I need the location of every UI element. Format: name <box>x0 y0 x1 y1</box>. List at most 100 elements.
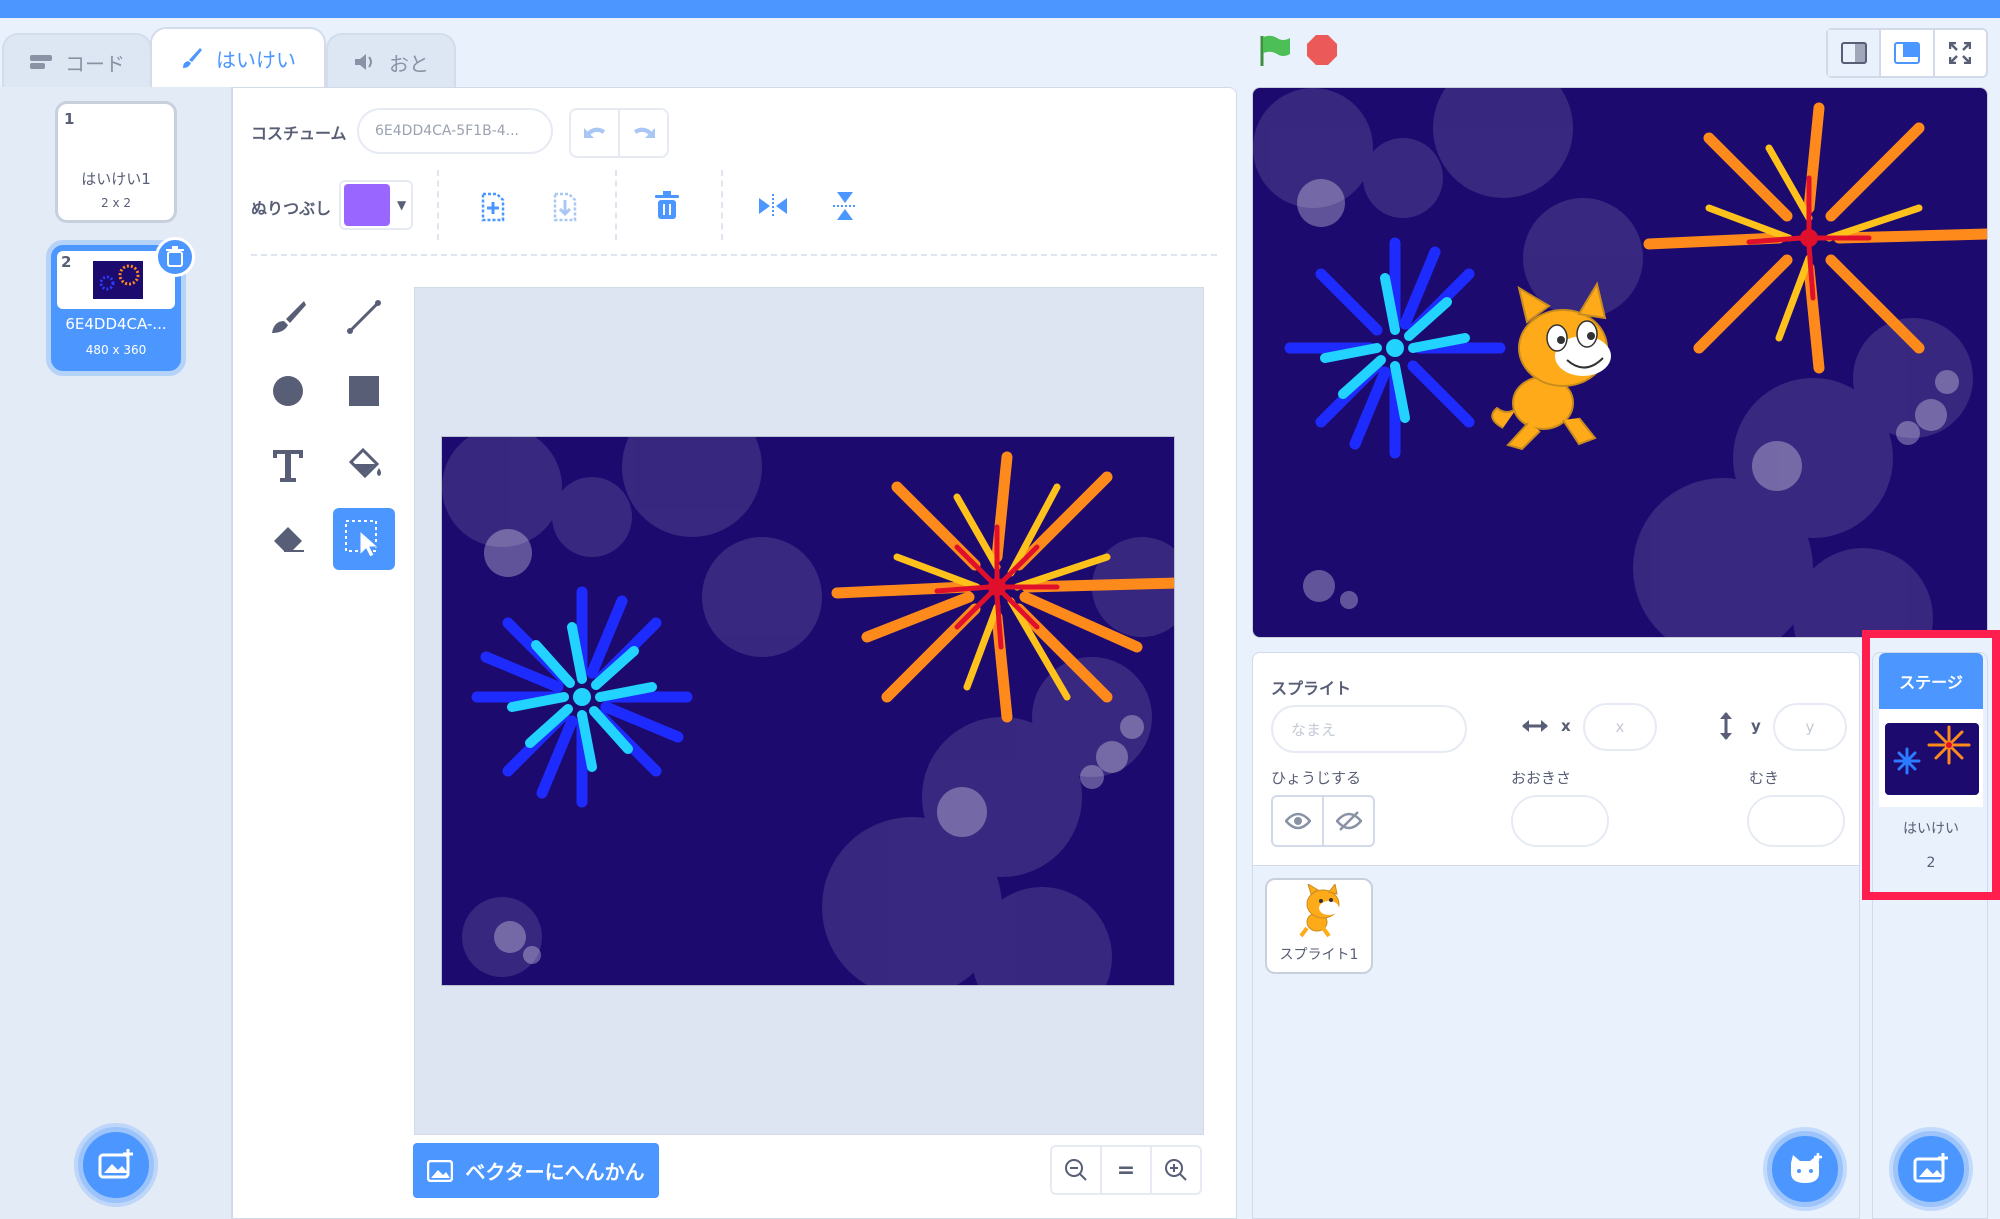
sprite-name: スプライト1 <box>1279 947 1359 963</box>
direction-label: むき <box>1749 769 1780 787</box>
paste-button[interactable] <box>543 184 587 228</box>
flip-vertical-button[interactable] <box>823 184 867 228</box>
costume-item-selected[interactable]: 2 6E4DD4CA-... 480 x 360 <box>51 237 195 371</box>
brush-tool[interactable] <box>257 286 319 348</box>
paste-icon <box>553 192 577 222</box>
sprite-info-panel: スプライト なまえ x x y y ひょうじする おおきさ むき <box>1252 652 1860 866</box>
zoom-out-icon <box>1065 1159 1087 1181</box>
trash-icon <box>655 191 679 219</box>
tab-sounds-label: おと <box>389 51 429 76</box>
menu-bar <box>0 0 2000 18</box>
costume-list: 1 はいけい1 2 x 2 2 6E4DD4CA-... 480 x 360 <box>0 87 232 1219</box>
tab-backdrops-label: はいけい <box>216 47 296 72</box>
copy-icon <box>481 192 505 222</box>
small-stage-button[interactable] <box>1828 30 1882 76</box>
costume-name-input[interactable]: 6E4DD4CA-5F1B-4... <box>357 108 553 154</box>
y-input[interactable]: y <box>1773 703 1847 751</box>
trash-icon <box>166 246 184 267</box>
dropdown-caret-icon: ▼ <box>397 198 407 212</box>
eraser-tool[interactable] <box>257 508 319 570</box>
brush-icon <box>272 301 306 333</box>
stage-scene <box>1253 88 1987 637</box>
x-label: x <box>1561 717 1571 735</box>
flip-horizontal-button[interactable] <box>751 184 795 228</box>
zoom-reset-button[interactable]: = <box>1102 1147 1152 1193</box>
visibility-toggle <box>1271 795 1375 847</box>
choose-backdrop-button[interactable] <box>78 1127 154 1203</box>
cat-thumbnail <box>1299 884 1340 938</box>
tab-sounds[interactable]: おと <box>326 33 456 89</box>
circle-icon <box>273 376 303 406</box>
image-icon <box>427 1159 454 1182</box>
small-stage-icon <box>1840 42 1867 64</box>
x-arrows-icon <box>1522 720 1548 732</box>
large-stage-icon <box>1893 42 1920 64</box>
tab-code-label: コード <box>65 51 125 76</box>
show-button[interactable] <box>1273 797 1324 845</box>
stage[interactable] <box>1252 87 1988 638</box>
undo-redo-group <box>569 108 669 158</box>
fill-label: ぬりつぶし <box>251 199 332 218</box>
flip-horizontal-icon <box>759 194 787 218</box>
text-tool[interactable] <box>257 434 319 496</box>
costume-name-label: コスチューム <box>251 124 347 143</box>
costume-size: 480 x 360 <box>85 343 147 357</box>
speaker-icon <box>355 54 372 70</box>
y-arrows-icon <box>1720 712 1732 740</box>
hide-button[interactable] <box>1324 797 1373 845</box>
sprite-label: スプライト <box>1271 679 1352 698</box>
undo-button[interactable] <box>571 110 620 156</box>
rectangle-icon <box>349 376 379 406</box>
zoom-in-button[interactable] <box>1152 1147 1200 1193</box>
line-tool[interactable] <box>333 286 395 348</box>
select-icon <box>345 520 380 558</box>
fill-color-picker[interactable]: ▼ <box>339 180 413 230</box>
eye-slash-icon <box>1335 811 1362 831</box>
code-icon <box>30 55 52 69</box>
text-icon <box>273 450 303 482</box>
line-icon <box>347 300 381 334</box>
zoom-in-icon <box>1165 1159 1187 1181</box>
sprite-tile[interactable]: スプライト1 <box>1265 878 1373 974</box>
sprite-name-input[interactable]: なまえ <box>1271 705 1467 753</box>
zoom-controls: = <box>1050 1145 1202 1195</box>
redo-button[interactable] <box>620 110 667 156</box>
circle-tool[interactable] <box>257 360 319 422</box>
tab-backdrops[interactable]: はいけい <box>150 27 326 87</box>
costume-size: 2 x 2 <box>101 196 131 210</box>
costume-item[interactable]: 1 はいけい1 2 x 2 <box>55 101 177 223</box>
copy-button[interactable] <box>471 184 515 228</box>
choose-sprite-button[interactable] <box>1767 1131 1843 1207</box>
large-stage-button[interactable] <box>1881 30 1935 76</box>
x-input[interactable]: x <box>1583 703 1657 751</box>
costume-name: 6E4DD4CA-... <box>65 315 167 333</box>
fill-color-swatch <box>344 184 390 226</box>
costume-number: 1 <box>64 110 75 128</box>
fill-bucket-icon <box>348 447 381 479</box>
choose-stage-backdrop-button[interactable] <box>1893 1131 1969 1207</box>
stop-button[interactable] <box>1302 30 1342 70</box>
sprite-list: スプライト1 <box>1252 866 1860 1219</box>
tab-code[interactable]: コード <box>2 33 152 89</box>
direction-input[interactable] <box>1747 795 1845 847</box>
fullscreen-icon <box>1949 42 1972 64</box>
size-label: おおきさ <box>1511 769 1572 787</box>
delete-button[interactable] <box>645 184 689 228</box>
select-tool[interactable] <box>333 508 395 570</box>
costume-name: はいけい1 <box>81 170 151 188</box>
size-input[interactable] <box>1511 795 1609 847</box>
convert-to-vector-label: ベクターにへんかん <box>465 1160 645 1184</box>
redo-icon <box>633 127 655 138</box>
fill-tool[interactable] <box>333 434 395 496</box>
green-flag-button[interactable] <box>1254 30 1294 70</box>
delete-costume-button[interactable] <box>155 237 195 277</box>
zoom-out-button[interactable] <box>1052 1147 1102 1193</box>
rectangle-tool[interactable] <box>333 360 395 422</box>
undo-icon <box>583 127 605 138</box>
drawing-canvas[interactable] <box>414 287 1204 1135</box>
green-flag-icon <box>1260 35 1290 66</box>
fireworks-image <box>442 437 1174 985</box>
image-add-icon <box>98 1149 133 1179</box>
convert-to-vector-button[interactable]: ベクターにへんかん <box>413 1143 659 1198</box>
fullscreen-button[interactable] <box>1935 30 1986 76</box>
